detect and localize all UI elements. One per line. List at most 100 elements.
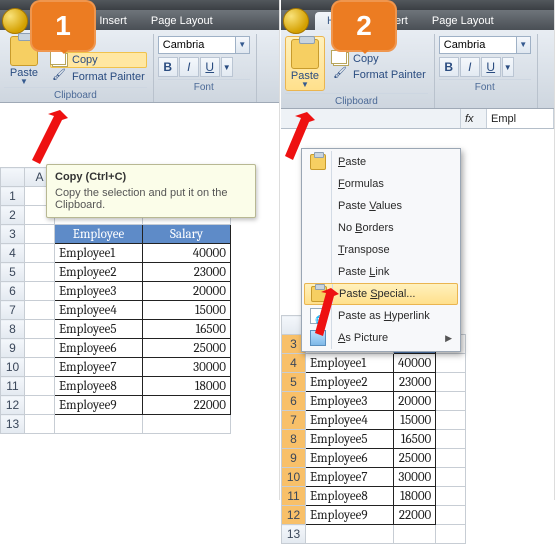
row-header[interactable]: 4 <box>282 354 306 373</box>
cell[interactable] <box>25 377 55 396</box>
cell[interactable] <box>25 301 55 320</box>
cell[interactable] <box>25 225 55 244</box>
menu-item-paste-values[interactable]: Paste Values <box>304 195 458 217</box>
cell[interactable] <box>25 320 55 339</box>
row-header[interactable]: 9 <box>282 449 306 468</box>
cell[interactable] <box>436 392 466 411</box>
cell[interactable]: 15000 <box>394 411 436 430</box>
paste-button[interactable]: Paste ▼ <box>285 36 325 91</box>
cell[interactable]: 16500 <box>143 320 231 339</box>
row-header[interactable]: 13 <box>282 525 306 544</box>
cell[interactable]: 20000 <box>143 282 231 301</box>
cell[interactable]: Employee7 <box>55 358 143 377</box>
cell[interactable] <box>25 282 55 301</box>
cell[interactable]: Employee2 <box>306 373 394 392</box>
cell[interactable]: 25000 <box>394 449 436 468</box>
row-header[interactable]: 11 <box>1 377 25 396</box>
cell[interactable]: Employee9 <box>55 396 143 415</box>
cell[interactable]: 22000 <box>143 396 231 415</box>
row-header[interactable]: 7 <box>1 301 25 320</box>
cell[interactable]: Employee6 <box>306 449 394 468</box>
format-painter-button[interactable]: Format Painter <box>331 68 428 82</box>
cell[interactable]: Employee4 <box>55 301 143 320</box>
cell[interactable]: 30000 <box>143 358 231 377</box>
cell[interactable]: Employee3 <box>306 392 394 411</box>
cell[interactable] <box>25 396 55 415</box>
cell[interactable]: Employee4 <box>306 411 394 430</box>
cell[interactable]: 23000 <box>143 263 231 282</box>
cell[interactable]: Salary <box>143 225 231 244</box>
bold-button[interactable]: B <box>158 57 178 77</box>
cell[interactable] <box>25 339 55 358</box>
row-header[interactable]: 1 <box>1 187 25 206</box>
cell[interactable]: 18000 <box>394 487 436 506</box>
formula-input[interactable]: Empl <box>487 109 554 128</box>
menu-item-no-borders[interactable]: No Borders <box>304 217 458 239</box>
cell[interactable] <box>25 415 55 434</box>
menu-item-paste[interactable]: Paste <box>304 151 458 173</box>
row-header[interactable]: 10 <box>282 468 306 487</box>
cell[interactable]: 30000 <box>394 468 436 487</box>
menu-item-transpose[interactable]: Transpose <box>304 239 458 261</box>
row-header[interactable]: 6 <box>1 282 25 301</box>
underline-dropdown[interactable]: ▼ <box>221 57 233 77</box>
row-header[interactable]: 2 <box>1 206 25 225</box>
row-header[interactable]: 7 <box>282 411 306 430</box>
cell[interactable] <box>25 263 55 282</box>
row-header[interactable]: 10 <box>1 358 25 377</box>
cell[interactable]: Employee8 <box>55 377 143 396</box>
cell[interactable] <box>436 354 466 373</box>
cell[interactable]: Employee8 <box>306 487 394 506</box>
format-painter-button[interactable]: Format Painter <box>50 70 147 84</box>
row-header[interactable]: 5 <box>282 373 306 392</box>
menu-item-as-picture[interactable]: As Picture▶ <box>304 327 458 349</box>
row-header[interactable]: 13 <box>1 415 25 434</box>
tab-page-layout[interactable]: Page Layout <box>139 12 225 30</box>
row-header[interactable]: 9 <box>1 339 25 358</box>
cell[interactable]: 20000 <box>394 392 436 411</box>
italic-button[interactable]: I <box>179 57 199 77</box>
copy-button[interactable]: Copy <box>331 52 428 66</box>
chevron-down-icon[interactable]: ▼ <box>517 36 531 54</box>
row-header[interactable]: 8 <box>1 320 25 339</box>
font-family-combo[interactable]: ▼ <box>439 36 531 54</box>
cell[interactable]: Employee9 <box>306 506 394 525</box>
cell[interactable]: Employee3 <box>55 282 143 301</box>
cell[interactable]: 16500 <box>394 430 436 449</box>
menu-item-paste-special[interactable]: Paste Special... <box>304 283 458 305</box>
underline-button[interactable]: U <box>200 57 220 77</box>
cell[interactable] <box>436 449 466 468</box>
paste-dropdown-arrow[interactable]: ▼ <box>20 79 28 85</box>
cell[interactable]: Employee1 <box>306 354 394 373</box>
row-header[interactable]: 4 <box>1 244 25 263</box>
cell[interactable]: 23000 <box>394 373 436 392</box>
fx-label[interactable]: fx <box>461 109 487 128</box>
formula-bar[interactable]: fx Empl <box>281 109 554 129</box>
office-button[interactable] <box>283 8 309 34</box>
cell[interactable]: Employee2 <box>55 263 143 282</box>
paste-dropdown-menu[interactable]: Paste Formulas Paste Values No Borders T… <box>301 148 461 352</box>
cell[interactable]: 40000 <box>143 244 231 263</box>
row-header[interactable]: 8 <box>282 430 306 449</box>
menu-item-paste-hyperlink[interactable]: Paste as Hyperlink <box>304 305 458 327</box>
cell[interactable] <box>436 487 466 506</box>
font-family-input[interactable] <box>158 36 236 54</box>
cell[interactable]: 18000 <box>143 377 231 396</box>
cell[interactable]: Employee5 <box>55 320 143 339</box>
chevron-down-icon[interactable]: ▼ <box>236 36 250 54</box>
cell[interactable] <box>436 411 466 430</box>
underline-dropdown[interactable]: ▼ <box>502 57 514 77</box>
row-header[interactable]: 5 <box>1 263 25 282</box>
cell[interactable]: 40000 <box>394 354 436 373</box>
cell[interactable] <box>436 525 466 544</box>
paste-dropdown-arrow[interactable]: ▼ <box>301 82 309 88</box>
cell[interactable]: 15000 <box>143 301 231 320</box>
row-header[interactable]: 11 <box>282 487 306 506</box>
cell[interactable]: Employee5 <box>306 430 394 449</box>
menu-item-paste-link[interactable]: Paste Link <box>304 261 458 283</box>
cell[interactable]: 25000 <box>143 339 231 358</box>
name-box[interactable] <box>281 109 461 128</box>
cell[interactable] <box>436 373 466 392</box>
underline-button[interactable]: U <box>481 57 501 77</box>
cell[interactable]: Employee <box>55 225 143 244</box>
